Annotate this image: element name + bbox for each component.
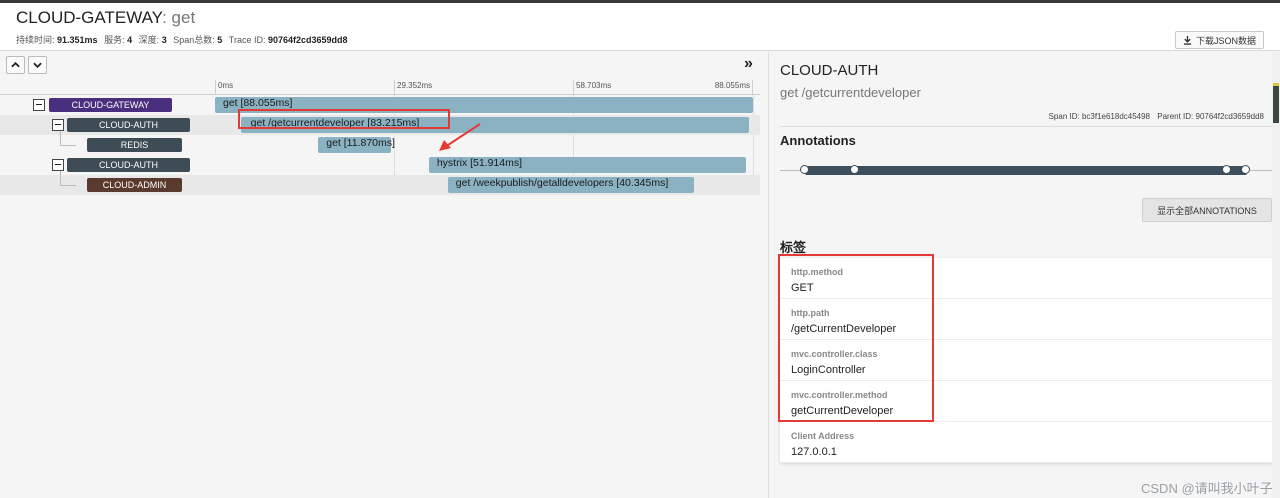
summary-services-label: 服务:: [104, 35, 125, 45]
annotation-marker[interactable]: [850, 165, 859, 174]
detail-span-id: Span ID: bc3f1e618dc45498: [1048, 112, 1151, 121]
summary-span-count-label: Span总数:: [173, 35, 215, 45]
timeline-ruler: 0ms 29.352ms 58.703ms 88.055ms: [0, 80, 768, 94]
annotations-timeline-bar: [805, 166, 1247, 175]
service-badge: REDIS: [87, 138, 182, 152]
tree-connector: [60, 185, 76, 186]
detail-parent-id: Parent ID: 90764f2cd3659dd8: [1157, 112, 1264, 121]
tree-connector: [60, 171, 61, 185]
summary-services-value: 4: [127, 35, 133, 45]
span-label: get /weekpublish/getalldevelopers [40.34…: [455, 177, 669, 189]
service-badge: CLOUD-AUTH: [67, 118, 190, 132]
trace-root-service: CLOUD-GATEWAY: [16, 8, 163, 27]
summary-duration-label: 持续时间:: [16, 35, 55, 45]
tag-item: Client Address 127.0.0.1: [780, 422, 1272, 463]
timeline-tick: 0ms: [215, 80, 233, 94]
trace-summary: 持续时间: 91.351ms 服务: 4 深度: 3 Span总数: 5 Tra…: [16, 33, 352, 46]
download-icon: [1183, 35, 1192, 45]
download-json-button[interactable]: 下载JSON数据: [1175, 31, 1264, 49]
detail-operation-name: get /getcurrentdeveloper: [780, 85, 921, 100]
collapse-toggle-icon[interactable]: [33, 99, 45, 111]
span-row[interactable]: REDIS get [11.870ms]: [0, 131, 760, 155]
span-label: get [88.055ms]: [223, 97, 293, 109]
annotation-marker[interactable]: [800, 165, 809, 174]
summary-span-count-value: 5: [217, 35, 223, 45]
summary-depth-value: 3: [161, 35, 167, 45]
annotation-marker[interactable]: [1222, 165, 1231, 174]
summary-duration-value: 91.351ms: [57, 35, 98, 45]
collapse-toggle-icon[interactable]: [52, 159, 64, 171]
annotations-heading: Annotations: [780, 133, 856, 148]
trace-timeline-pane: » 0ms 29.352ms 58.703ms 88.055ms CLOUD-G…: [0, 52, 768, 498]
detail-scrollbar-thumb[interactable]: [1273, 83, 1279, 123]
chevron-up-icon: [11, 62, 20, 68]
timeline-tick: 58.703ms: [573, 80, 611, 94]
expand-all-button[interactable]: [28, 56, 47, 74]
span-label: get [11.870ms]: [326, 137, 395, 149]
service-badge: CLOUD-ADMIN: [87, 178, 182, 192]
expand-collapse-controls: [6, 56, 47, 74]
service-badge: CLOUD-GATEWAY: [49, 98, 172, 112]
detail-span-ids: Span ID: bc3f1e618dc45498 Parent ID: 907…: [1044, 112, 1264, 121]
tree-connector: [60, 131, 61, 145]
service-badge: CLOUD-AUTH: [67, 158, 190, 172]
summary-trace-id-label: Trace ID:: [228, 35, 266, 45]
chevron-down-icon: [33, 62, 42, 68]
show-all-annotations-button[interactable]: 显示全部ANNOTATIONS: [1142, 198, 1272, 222]
trace-root-operation: : get: [162, 8, 196, 27]
tree-connector: [60, 145, 76, 146]
highlight-tags-box: [778, 254, 934, 422]
watermark: CSDN @请叫我小叶子: [1141, 481, 1273, 496]
span-row[interactable]: CLOUD-AUTH hystrix [51.914ms]: [0, 155, 760, 175]
timeline-tick: 29.352ms: [394, 80, 432, 94]
highlight-annotation-box: [238, 109, 450, 129]
detail-service-name: CLOUD-AUTH: [780, 62, 879, 79]
span-row[interactable]: CLOUD-ADMIN get /weekpublish/getalldevelo…: [0, 171, 760, 195]
download-json-label: 下载JSON数据: [1195, 35, 1256, 46]
collapse-toggle-icon[interactable]: [52, 119, 64, 131]
trace-header: CLOUD-GATEWAY: get 持续时间: 91.351ms 服务: 4 …: [0, 3, 1280, 51]
annotation-marker[interactable]: [1241, 165, 1250, 174]
trace-title: CLOUD-GATEWAY: get: [16, 8, 195, 28]
span-label: hystrix [51.914ms]: [436, 157, 523, 169]
timeline-tick: 88.055ms: [700, 80, 753, 94]
red-arrow-icon: [439, 123, 481, 151]
expand-detail-toggle[interactable]: »: [744, 55, 753, 73]
section-divider: [780, 126, 1274, 127]
tag-key: Client Address: [791, 431, 855, 441]
summary-trace-id-value: 90764f2cd3659dd8: [268, 35, 348, 45]
summary-depth-label: 深度:: [138, 35, 160, 45]
tag-value: 127.0.0.1: [791, 446, 837, 458]
collapse-all-button[interactable]: [6, 56, 25, 74]
